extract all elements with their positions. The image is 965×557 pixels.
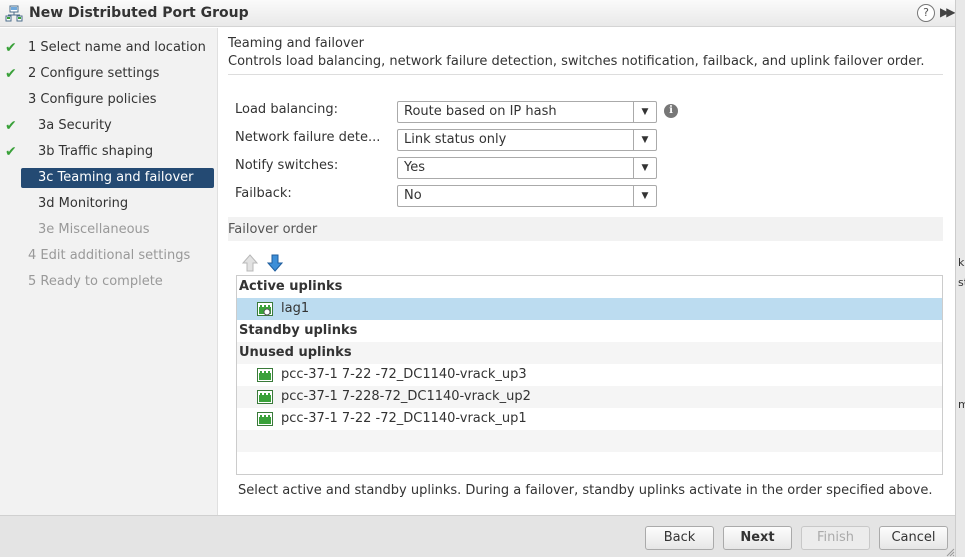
check-icon: ✔ — [5, 66, 17, 82]
move-down-icon[interactable] — [267, 254, 283, 272]
uplink-label: lag1 — [281, 301, 310, 316]
step-label: 3b Traffic shaping — [38, 144, 154, 159]
expand-icon[interactable]: ▶▶ — [940, 5, 956, 19]
check-icon: ✔ — [5, 118, 17, 134]
empty-row — [237, 430, 942, 452]
chevron-down-icon: ▼ — [633, 158, 656, 178]
notify-switches-label: Notify switches: — [235, 158, 339, 173]
move-up-icon[interactable] — [242, 254, 258, 272]
failback-label: Failback: — [235, 186, 292, 201]
uplink-label: pcc-37-1 7-228-72_DC1140-vrack_up2 — [281, 389, 531, 404]
background-window-edge: k st m — [955, 0, 965, 557]
select-value: Route based on IP hash — [404, 104, 557, 119]
dialog-title: New Distributed Port Group — [29, 5, 249, 21]
chevron-down-icon: ▼ — [633, 186, 656, 206]
standby-uplinks-group: Standby uplinks — [239, 323, 358, 338]
info-icon[interactable]: i — [664, 104, 678, 118]
dialog-footer: Back Next Finish Cancel — [0, 515, 955, 557]
unused-uplinks-group: Unused uplinks — [237, 342, 942, 364]
chevron-down-icon: ▼ — [633, 102, 656, 122]
network-failure-detection-select[interactable]: Link status only ▼ — [397, 129, 657, 151]
select-value: Yes — [404, 160, 425, 175]
select-value: Link status only — [404, 132, 507, 147]
failover-order-header: Failover order — [228, 217, 943, 241]
step-label: 3 Configure policies — [28, 92, 157, 107]
failback-select[interactable]: No ▼ — [397, 185, 657, 207]
uplink-label: pcc-37-1 7-22 -72_DC1140-vrack_up1 — [281, 411, 527, 426]
help-icon[interactable]: ? — [917, 4, 935, 22]
step-label: 3c Teaming and failover — [38, 170, 194, 185]
load-balancing-label: Load balancing: — [235, 102, 338, 117]
step-label: 3e Miscellaneous — [38, 222, 150, 237]
edge-fragment: st — [958, 276, 965, 289]
back-button[interactable]: Back — [645, 526, 714, 550]
uplinks-list: Active uplinks lag1 Standby uplinks Unus… — [236, 275, 943, 475]
wizard-steps-sidebar: ✔ 1 Select name and location ✔ 2 Configu… — [0, 28, 218, 515]
lag-icon — [257, 302, 273, 316]
check-icon: ✔ — [5, 144, 17, 160]
finish-button: Finish — [801, 526, 870, 550]
main-panel: Teaming and failover Controls load balan… — [218, 28, 955, 515]
uplink-icon — [257, 368, 273, 382]
select-value: No — [404, 188, 422, 203]
edge-fragment: k — [958, 256, 965, 269]
uplink-row[interactable]: pcc-37-1 7-228-72_DC1140-vrack_up2 — [237, 386, 942, 408]
step-label: 1 Select name and location — [28, 40, 206, 55]
uplink-row[interactable]: pcc-37-1 7-22 -72_DC1140-vrack_up1 — [237, 408, 942, 430]
edge-fragment: m — [958, 398, 965, 411]
step-label: 4 Edit additional settings — [28, 248, 191, 263]
cancel-button[interactable]: Cancel — [879, 526, 948, 550]
failover-help-text: Select active and standby uplinks. Durin… — [238, 483, 933, 498]
notify-switches-select[interactable]: Yes ▼ — [397, 157, 657, 179]
uplink-icon — [257, 412, 273, 426]
uplink-row[interactable]: pcc-37-1 7-22 -72_DC1140-vrack_up3 — [237, 364, 942, 386]
active-uplinks-group: Active uplinks — [239, 279, 343, 294]
resize-grip-icon[interactable] — [945, 547, 955, 557]
uplink-row-lag1[interactable]: lag1 — [237, 298, 942, 320]
step-label: 3d Monitoring — [38, 196, 129, 211]
step-label: 2 Configure settings — [28, 66, 160, 81]
load-balancing-select[interactable]: Route based on IP hash ▼ — [397, 101, 657, 123]
uplink-label: pcc-37-1 7-22 -72_DC1140-vrack_up3 — [281, 367, 527, 382]
divider — [228, 74, 943, 75]
step-label: 5 Ready to complete — [28, 274, 163, 289]
title-bar: New Distributed Port Group ? ▶▶ — [0, 0, 956, 27]
chevron-down-icon: ▼ — [633, 130, 656, 150]
next-button[interactable]: Next — [723, 526, 792, 550]
failover-order-label: Failover order — [228, 222, 318, 237]
step-label: 3a Security — [38, 118, 112, 133]
new-distributed-port-group-dialog: New Distributed Port Group ? ▶▶ k st m ✔… — [0, 0, 965, 557]
check-icon: ✔ — [5, 40, 17, 56]
step-teaming-and-failover[interactable]: 3c Teaming and failover — [21, 168, 214, 188]
page-title: Teaming and failover — [228, 36, 364, 51]
network-icon — [5, 5, 23, 22]
uplink-icon — [257, 390, 273, 404]
network-failure-detection-label: Network failure dete... — [235, 130, 381, 145]
page-description: Controls load balancing, network failure… — [228, 54, 925, 69]
